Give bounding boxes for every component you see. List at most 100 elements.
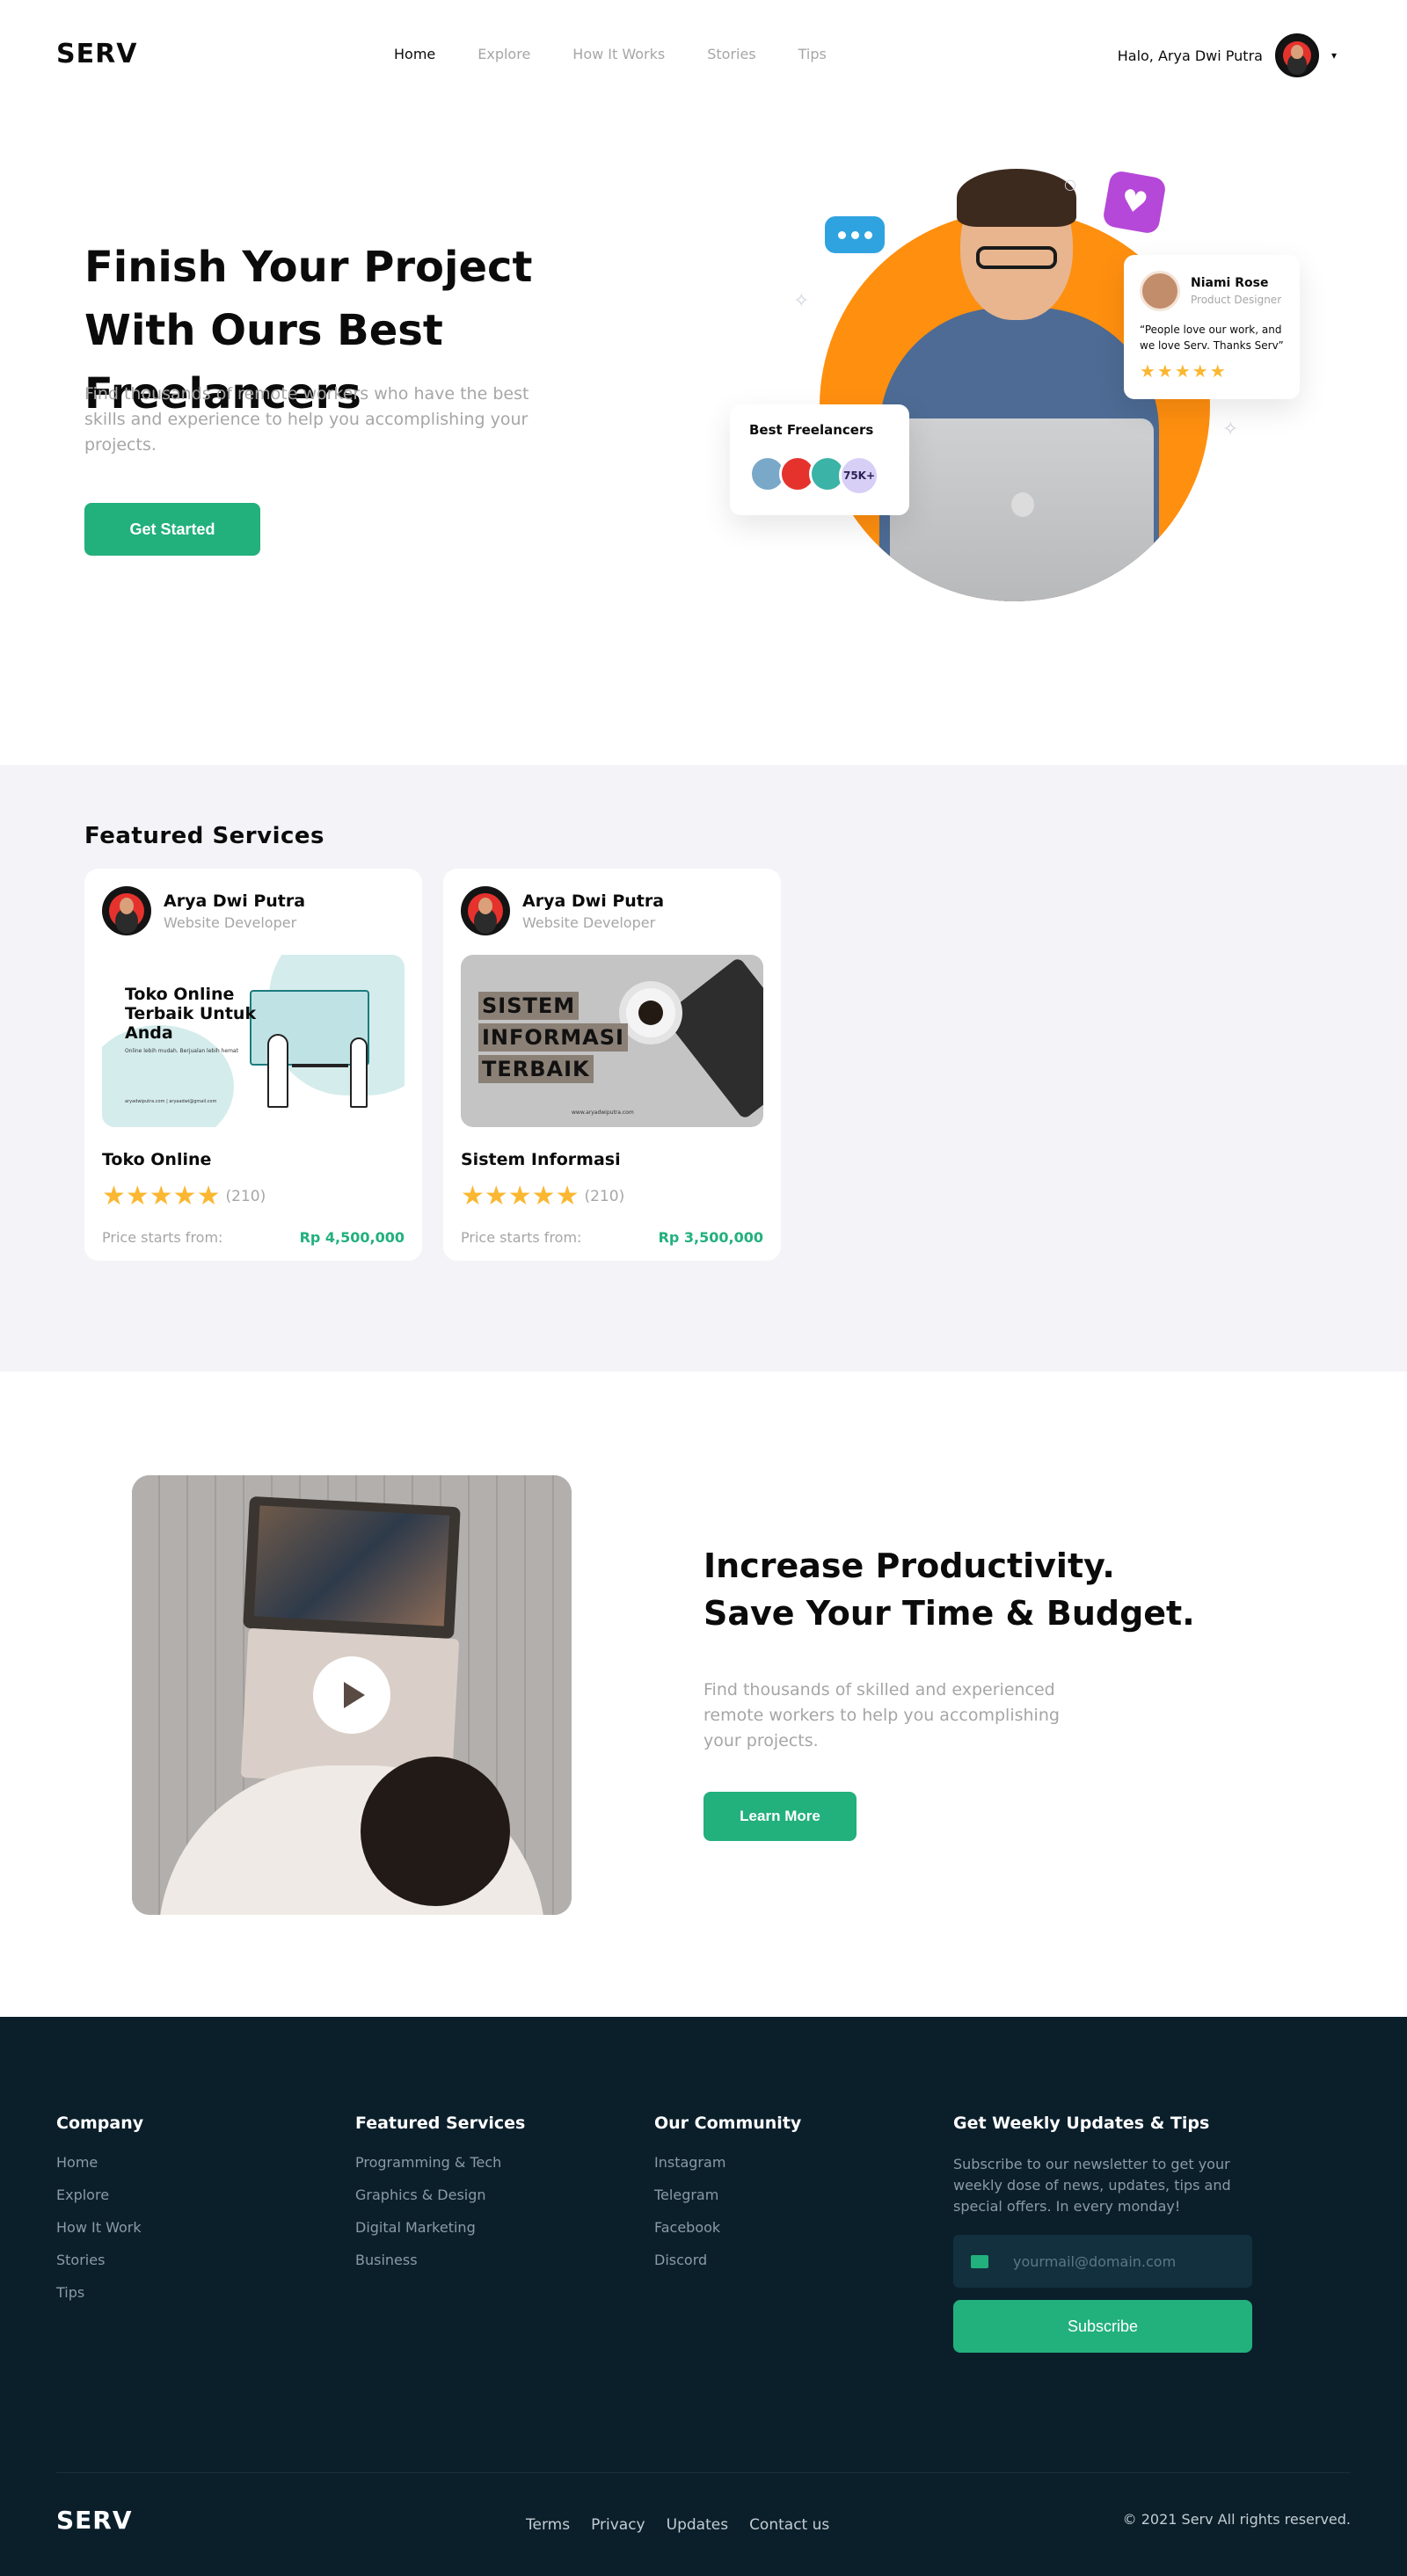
price-value: Rp 4,500,000 bbox=[299, 1229, 405, 1246]
star-icon: ★★★★★ bbox=[102, 1181, 221, 1212]
footer-link-explore[interactable]: Explore bbox=[56, 2187, 143, 2203]
newsletter-email-field[interactable] bbox=[953, 2235, 1252, 2288]
footer-divider bbox=[56, 2472, 1351, 2473]
avatar[interactable] bbox=[1274, 33, 1319, 77]
illustration-figure bbox=[267, 1034, 288, 1108]
footer-link-contact[interactable]: Contact us bbox=[749, 2516, 829, 2534]
service-author: Arya Dwi Putra bbox=[522, 891, 665, 911]
video-thumbnail[interactable] bbox=[132, 1475, 572, 1915]
footer-link-marketing[interactable]: Digital Marketing bbox=[355, 2219, 525, 2236]
nav-link-home[interactable]: Home bbox=[394, 46, 435, 62]
star-icon: ★★★★★ bbox=[1140, 360, 1228, 382]
thumbnail-subtitle: Online lebih mudah. Berjualan lebih hema… bbox=[125, 1048, 238, 1054]
thumbnail-line: SISTEM bbox=[478, 992, 580, 1020]
user-greeting: Halo, Arya Dwi Putra bbox=[1117, 47, 1263, 64]
thumbnail-title: Toko Online Terbaik Untuk Anda bbox=[125, 985, 257, 1043]
footer: Company Home Explore How It Work Stories… bbox=[0, 2017, 1407, 2576]
productivity-title-line: Increase Productivity. bbox=[704, 1546, 1115, 1585]
testimonial-name: Niami Rose bbox=[1191, 276, 1269, 290]
user-menu[interactable]: Halo, Arya Dwi Putra ▾ bbox=[1118, 33, 1337, 77]
footer-brand-logo[interactable]: SERV bbox=[56, 2506, 133, 2535]
video-person-head bbox=[361, 1757, 510, 1906]
thumbnail-line: INFORMASI bbox=[478, 1023, 628, 1052]
footer-link-updates[interactable]: Updates bbox=[667, 2516, 728, 2534]
featured-services-title: Featured Services bbox=[84, 823, 325, 849]
footer-link-telegram[interactable]: Telegram bbox=[654, 2187, 801, 2203]
footer-link-terms[interactable]: Terms bbox=[526, 2516, 570, 2534]
heart-icon: ♥ bbox=[1101, 169, 1168, 236]
service-rating: ★★★★★ (210) bbox=[102, 1183, 405, 1210]
hero-illustration: ♥ ✧ ✧ ○ Best Freelancers 75K+ Niami Rose… bbox=[721, 158, 1337, 615]
avatar bbox=[461, 886, 510, 935]
email-input[interactable] bbox=[1013, 2252, 1224, 2270]
service-author: Arya Dwi Putra bbox=[164, 891, 306, 911]
footer-services-column: Featured Services Programming & Tech Gra… bbox=[355, 2114, 525, 2284]
subscribe-button[interactable]: Subscribe bbox=[953, 2300, 1252, 2353]
testimonial-quote: “People love our work, and we love Serv.… bbox=[1140, 324, 1284, 352]
footer-link-stories[interactable]: Stories bbox=[56, 2252, 143, 2268]
footer-link-facebook[interactable]: Facebook bbox=[654, 2219, 801, 2236]
chevron-down-icon[interactable]: ▾ bbox=[1331, 49, 1337, 62]
service-author-role: Website Developer bbox=[522, 913, 656, 931]
footer-link-business[interactable]: Business bbox=[355, 2252, 525, 2268]
footer-link-home[interactable]: Home bbox=[56, 2154, 143, 2171]
sparkle-icon: ✧ bbox=[1222, 418, 1239, 440]
play-button[interactable] bbox=[313, 1656, 390, 1734]
thumbnail-footer: aryadwiputra.com | aryaadwi@gmail.com bbox=[125, 1099, 217, 1104]
featured-services-section: Featured Services Arya Dwi Putra Website… bbox=[0, 765, 1407, 1372]
keyboard-illustration bbox=[662, 957, 763, 1120]
footer-heading: Get Weekly Updates & Tips bbox=[953, 2114, 1210, 2133]
freelancer-count-badge: 75K+ bbox=[839, 455, 879, 496]
service-title[interactable]: Sistem Informasi bbox=[461, 1150, 763, 1169]
service-author-role: Website Developer bbox=[164, 913, 297, 931]
price-label: Price starts from: bbox=[461, 1229, 582, 1246]
mail-icon bbox=[971, 2254, 988, 2268]
footer-company-column: Company Home Explore How It Work Stories… bbox=[56, 2114, 143, 2317]
footer-link-privacy[interactable]: Privacy bbox=[591, 2516, 645, 2534]
freelancer-avatars: 75K+ bbox=[749, 455, 890, 496]
avatar bbox=[102, 886, 151, 935]
nav-link-explore[interactable]: Explore bbox=[478, 46, 530, 62]
footer-heading: Featured Services bbox=[355, 2114, 526, 2133]
newsletter-text: Subscribe to our newsletter to get your … bbox=[953, 2156, 1231, 2215]
footer-link-programming[interactable]: Programming & Tech bbox=[355, 2154, 525, 2171]
service-rating: ★★★★★ (210) bbox=[461, 1183, 763, 1210]
avatar bbox=[1140, 271, 1180, 311]
footer-link-graphics[interactable]: Graphics & Design bbox=[355, 2187, 525, 2203]
service-thumbnail[interactable]: SISTEM INFORMASI TERBAIK www.aryadwiputr… bbox=[461, 955, 763, 1127]
footer-link-tips[interactable]: Tips bbox=[56, 2284, 143, 2301]
copyright: © 2021 Serv All rights reserved. bbox=[1122, 2511, 1351, 2528]
top-nav: SERV Home Explore How It Works Stories T… bbox=[0, 0, 1407, 111]
productivity-subtitle: Find thousands of skilled and experience… bbox=[704, 1680, 1060, 1750]
brand-logo[interactable]: SERV bbox=[56, 39, 137, 69]
nav-link-stories[interactable]: Stories bbox=[707, 46, 755, 62]
illustration-figure bbox=[350, 1037, 368, 1108]
footer-bottom-nav: Terms Privacy Updates Contact us bbox=[526, 2516, 829, 2534]
price-value: Rp 3,500,000 bbox=[658, 1229, 763, 1246]
learn-more-button[interactable]: Learn More bbox=[704, 1792, 857, 1841]
footer-link-instagram[interactable]: Instagram bbox=[654, 2154, 801, 2171]
footer-community-column: Our Community Instagram Telegram Faceboo… bbox=[654, 2114, 801, 2284]
rating-count: (210) bbox=[225, 1188, 266, 1205]
service-title[interactable]: Toko Online bbox=[102, 1150, 405, 1169]
laptop-logo-icon bbox=[1011, 492, 1034, 517]
chat-bubble-icon bbox=[825, 216, 885, 253]
service-card[interactable]: Arya Dwi Putra Website Developer Toko On… bbox=[84, 869, 422, 1261]
testimonial-role: Product Designer bbox=[1191, 294, 1282, 306]
nav-link-how-it-works[interactable]: How It Works bbox=[572, 46, 665, 62]
service-card[interactable]: Arya Dwi Putra Website Developer SISTEM … bbox=[443, 869, 781, 1261]
nav-link-tips[interactable]: Tips bbox=[798, 46, 827, 62]
star-icon: ★★★★★ bbox=[461, 1181, 580, 1212]
testimonial-card: Niami Rose Product Designer “People love… bbox=[1124, 255, 1300, 399]
main-nav: Home Explore How It Works Stories Tips bbox=[394, 46, 827, 62]
footer-link-discord[interactable]: Discord bbox=[654, 2252, 801, 2268]
hero-person-hair bbox=[957, 169, 1076, 227]
footer-link-how-it-work[interactable]: How It Work bbox=[56, 2219, 143, 2236]
get-started-button[interactable]: Get Started bbox=[84, 503, 260, 556]
footer-heading: Company bbox=[56, 2114, 144, 2133]
productivity-title-line: Save Your Time & Budget. bbox=[704, 1594, 1195, 1633]
thumbnail-footer: www.aryadwiputra.com bbox=[572, 1110, 634, 1116]
best-freelancers-card: Best Freelancers 75K+ bbox=[730, 404, 909, 515]
footer-heading: Our Community bbox=[654, 2114, 802, 2133]
service-thumbnail[interactable]: Toko Online Terbaik Untuk Anda Online le… bbox=[102, 955, 405, 1127]
